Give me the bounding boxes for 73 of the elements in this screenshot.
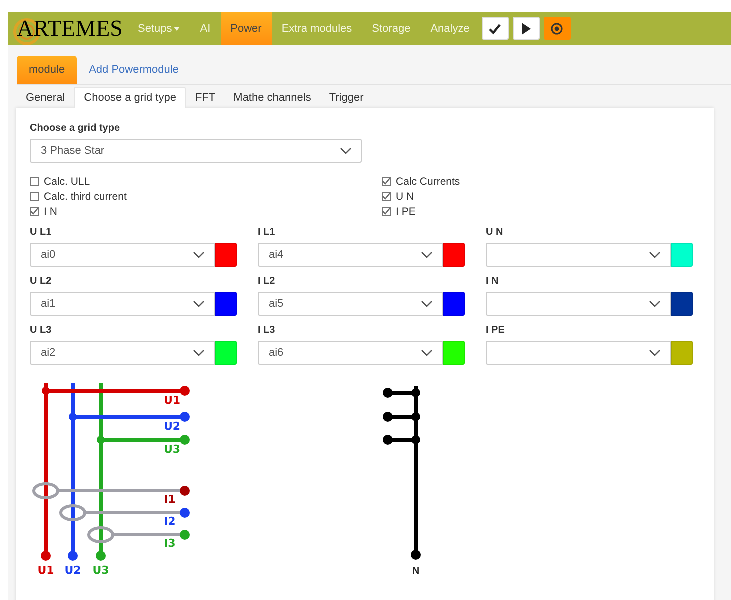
channel-label: U L2	[30, 276, 53, 287]
color-swatch[interactable]	[215, 341, 237, 365]
checkbox-label: Calc. third current	[44, 190, 127, 202]
tab[interactable]: Trigger	[320, 87, 373, 108]
tab[interactable]: Choose a grid type	[74, 87, 186, 108]
grid-type-dropdown[interactable]: 3 Phase Star	[30, 139, 362, 163]
checkbox[interactable]	[382, 177, 391, 186]
channel-label: U L1	[30, 227, 53, 238]
check-icon	[489, 22, 502, 34]
chevron-icon	[193, 251, 205, 259]
checkbox[interactable]	[30, 177, 39, 186]
module-tab[interactable]: module	[17, 56, 78, 84]
chevron-icon	[421, 300, 433, 308]
channel-label: I L3	[258, 325, 276, 336]
chevron-icon	[649, 349, 661, 357]
tab[interactable]: Mathe channels	[224, 87, 320, 108]
channel-label: U L3	[30, 325, 53, 336]
channel-label: I L2	[258, 276, 276, 287]
wire-label: I2	[164, 515, 176, 528]
channel-label: I L1	[258, 227, 276, 238]
checkbox-label: Calc Currents	[396, 176, 460, 188]
play-icon	[521, 22, 532, 34]
color-swatch[interactable]	[443, 292, 465, 316]
wire-label: U1	[38, 564, 54, 577]
channel-dropdown[interactable]: ai6	[258, 341, 443, 365]
channel-dropdown[interactable]: ai4	[258, 243, 443, 267]
record-button[interactable]	[544, 17, 571, 40]
wire-label: U1	[164, 394, 181, 407]
color-swatch[interactable]	[215, 292, 237, 316]
nav-item[interactable]: Power	[220, 12, 272, 45]
color-swatch[interactable]	[671, 243, 693, 267]
channel-label: I N	[486, 276, 500, 287]
wire-label: N	[412, 566, 420, 577]
tab[interactable]: General	[17, 87, 74, 108]
channel-dropdown[interactable]: ai0	[30, 243, 215, 267]
checkbox[interactable]	[30, 207, 39, 216]
color-swatch[interactable]	[215, 243, 237, 267]
color-swatch[interactable]	[443, 243, 465, 267]
checkbox[interactable]	[382, 207, 391, 216]
checkbox-label: I N	[44, 206, 58, 218]
chevron-icon	[649, 300, 661, 308]
chevron-icon	[421, 251, 433, 259]
chevron-icon	[340, 147, 352, 155]
logo[interactable]: ARTEMES	[17, 17, 123, 40]
checkbox[interactable]	[30, 192, 39, 201]
module-tab[interactable]: Add Powermodule	[77, 56, 191, 84]
channel-label: I PE	[486, 325, 506, 336]
color-swatch[interactable]	[671, 341, 693, 365]
chevron-icon	[193, 349, 205, 357]
confirm-button[interactable]	[482, 17, 509, 40]
wire-label: I1	[164, 493, 176, 506]
channel-dropdown[interactable]: ai1	[30, 292, 215, 316]
wire-label: U2	[64, 564, 82, 577]
wire-label: I3	[164, 537, 176, 550]
play-button[interactable]	[512, 17, 540, 40]
field-label: Choose a grid type	[30, 123, 122, 134]
color-swatch[interactable]	[443, 341, 465, 365]
channel-dropdown[interactable]: ai2	[30, 341, 215, 365]
tab[interactable]: FFT	[186, 87, 225, 108]
wire-label: U2	[164, 420, 181, 433]
record-icon	[551, 22, 564, 34]
channel-dropdown[interactable]: ai5	[258, 292, 443, 316]
color-swatch[interactable]	[671, 292, 693, 316]
channel-label: U N	[486, 227, 504, 238]
checkbox-label: I PE	[396, 206, 416, 218]
chevron-icon	[421, 349, 433, 357]
chevron-icon	[193, 300, 205, 308]
wire-label: U3	[92, 564, 110, 577]
chevron-icon	[649, 251, 661, 259]
checkbox-label: Calc. ULL	[44, 176, 90, 188]
checkbox-label: U N	[396, 190, 414, 202]
checkbox[interactable]	[382, 192, 391, 201]
wire-label: U3	[164, 443, 181, 456]
